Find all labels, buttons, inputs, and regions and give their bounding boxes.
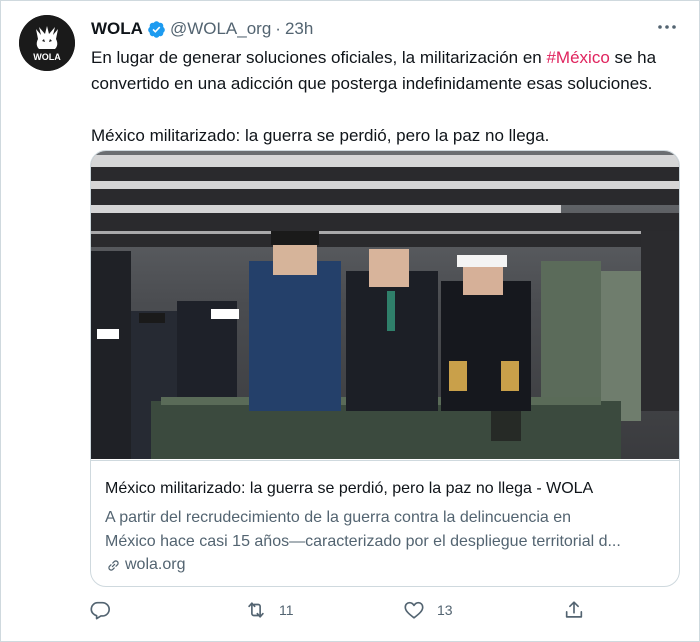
avatar-label: WOLA — [33, 52, 61, 62]
tweet[interactable]: WOLA WOLA @WOLA_org · 23h En lugar de ge… — [0, 0, 700, 642]
tweet-paragraph-2: México militarizado: la guerra se perdió… — [91, 126, 550, 145]
card-description: A partir del recrudecimiento de la guerr… — [105, 506, 665, 554]
card-domain-text: wola.org — [125, 556, 186, 573]
heart-icon — [404, 601, 424, 619]
card-description-line: A partir del recrudecimiento de la guerr… — [105, 509, 572, 526]
card-description-line: México hace casi 15 años—caracterizado p… — [105, 533, 621, 550]
tweet-header: WOLA @WOLA_org · 23h — [91, 17, 679, 41]
card-domain[interactable]: wola.org — [105, 556, 185, 574]
author-handle[interactable]: @WOLA_org — [170, 19, 271, 39]
reply-button[interactable] — [89, 599, 123, 621]
retweet-icon — [248, 602, 264, 618]
like-count: 13 — [437, 602, 453, 618]
verified-badge-icon — [148, 20, 165, 38]
action-bar: 11 13 — [89, 599, 589, 627]
retweet-count: 11 — [279, 602, 294, 618]
retweet-button[interactable]: 11 — [245, 599, 294, 621]
avatar[interactable]: WOLA — [19, 15, 75, 71]
separator-dot: · — [275, 19, 281, 38]
tweet-text: En lugar de generar soluciones oficiales… — [91, 45, 681, 149]
card-image[interactable] — [91, 151, 680, 459]
tweet-paragraph-1: En lugar de generar soluciones oficiales… — [91, 45, 681, 97]
link-icon — [108, 559, 119, 571]
timestamp[interactable]: 23h — [285, 19, 313, 39]
card-title[interactable]: México militarizado: la guerra se perdió… — [105, 480, 593, 498]
like-button[interactable]: 13 — [403, 599, 453, 621]
hashtag-link[interactable]: #México — [546, 48, 609, 67]
link-preview-card[interactable]: México militarizado: la guerra se perdió… — [90, 150, 680, 587]
tweet-text-part: En lugar de generar soluciones oficiales… — [91, 48, 547, 67]
card-body[interactable]: México militarizado: la guerra se perdió… — [91, 460, 679, 586]
wola-logo-icon: WOLA — [19, 15, 75, 71]
more-options-icon[interactable] — [655, 15, 679, 39]
author-name[interactable]: WOLA — [91, 19, 143, 39]
share-button[interactable] — [563, 599, 585, 621]
share-icon — [565, 601, 583, 618]
reply-icon — [90, 601, 110, 620]
